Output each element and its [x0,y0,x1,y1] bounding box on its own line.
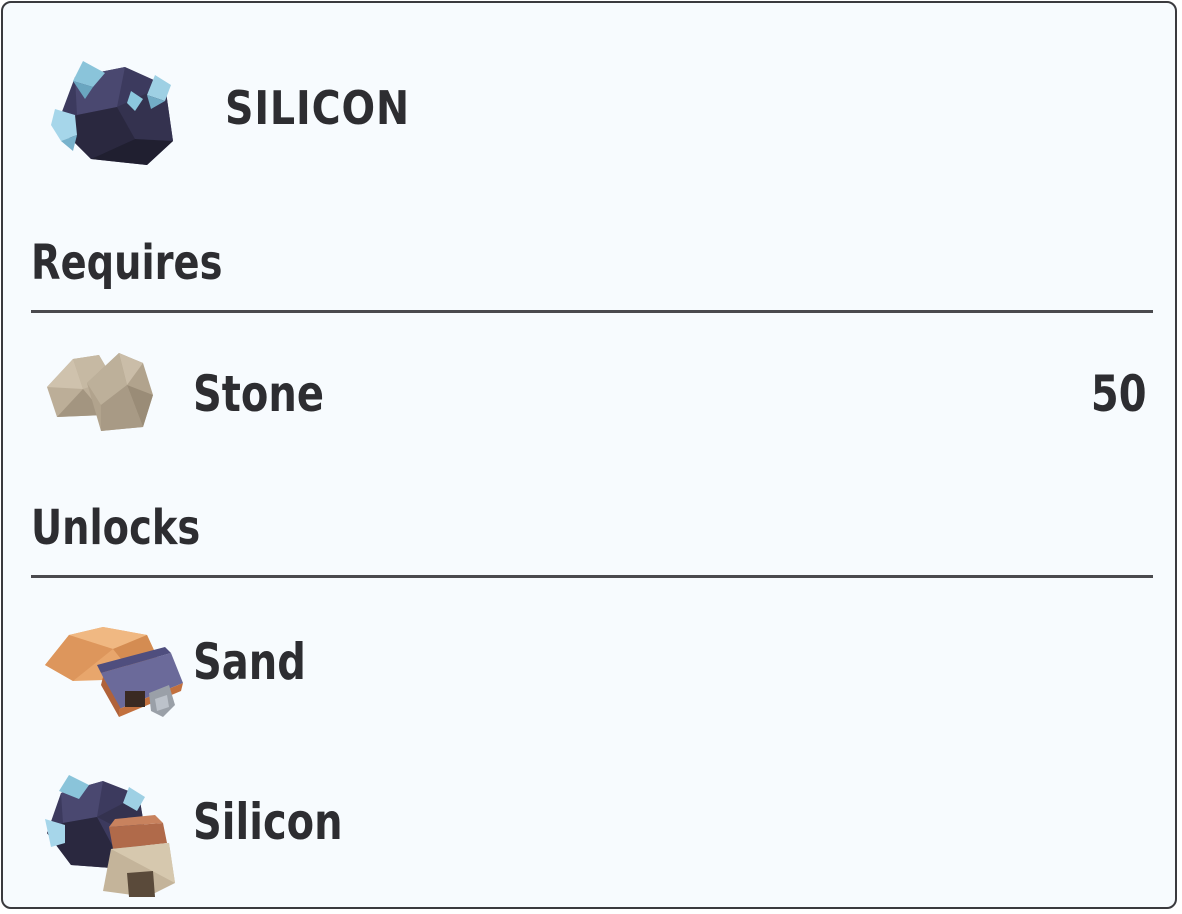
sand-mill-icon [43,613,193,733]
requires-heading: Requires [31,235,223,291]
unlock-row-silicon[interactable]: Silicon [3,771,1175,897]
silicon-furnace-icon [43,773,193,897]
requirement-row-stone[interactable]: Stone 50 [3,335,1175,455]
item-detail-card: SILICON Requires Stone 50 Unlocks Sand S… [1,1,1177,909]
requirement-name: Stone [193,365,325,423]
unlock-name: Sand [193,633,306,691]
requires-divider [31,310,1153,313]
stone-icon [43,335,193,455]
item-title: SILICON [225,81,410,135]
unlocks-heading: Unlocks [31,500,201,556]
requirement-amount: 50 [1091,365,1147,423]
unlocks-divider [31,575,1153,578]
item-header: SILICON [3,3,1175,203]
unlock-name: Silicon [193,793,343,851]
unlock-row-sand[interactable]: Sand [3,607,1175,727]
silicon-ore-icon [47,55,181,171]
